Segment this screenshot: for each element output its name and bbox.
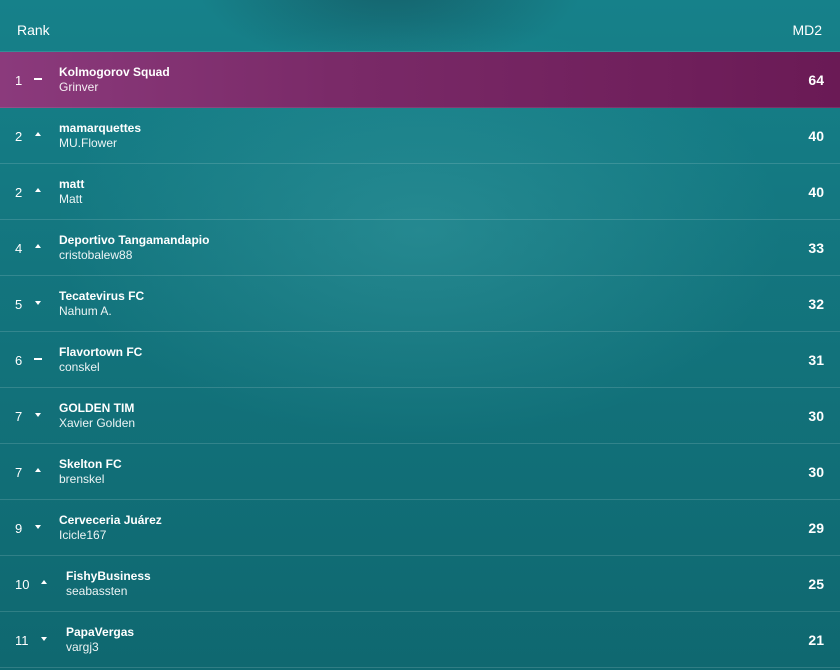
team-name: FishyBusiness [66,569,151,583]
manager-name: brenskel [59,472,105,486]
md2-points: 33 [808,240,824,256]
table-row[interactable]: 5 Tecatevirus FC Nahum A. 32 [0,276,840,332]
manager-name: Icicle167 [59,528,107,542]
md2-points: 40 [808,128,824,144]
md2-points: 64 [808,72,824,88]
rank-position: 2 [15,185,23,200]
manager-name: vargj3 [66,640,99,654]
table-row[interactable]: 10 FishyBusiness seabassten 25 [0,556,840,612]
md2-points: 29 [808,520,824,536]
rank-position: 4 [15,241,23,256]
table-row[interactable]: 2 mamarquettes MU.Flower 40 [0,108,840,164]
manager-name: Nahum A. [59,304,112,318]
md2-points: 40 [808,184,824,200]
team-name: Skelton FC [59,457,122,471]
table-row[interactable]: 6 Flavortown FC conskel 31 [0,332,840,388]
table-row[interactable]: 7 GOLDEN TIM Xavier Golden 30 [0,388,840,444]
no-change-icon [32,353,44,365]
rank-position: 6 [15,353,23,368]
rank-position: 10 [15,577,30,592]
md2-points: 21 [808,632,824,648]
standings-list: 1 Kolmogorov Squad Grinver 64 2 mamarque… [0,52,840,668]
manager-name: Xavier Golden [59,416,136,430]
rank-up-icon [38,577,50,589]
rank-down-icon [38,633,50,645]
table-row[interactable]: 11 PapaVergas vargj3 21 [0,612,840,668]
rank-down-icon [32,409,44,421]
team-name: GOLDEN TIM [59,401,135,415]
rank-up-icon [32,185,44,197]
table-row[interactable]: 9 Cerveceria Juárez Icicle167 29 [0,500,840,556]
md2-points: 32 [808,296,824,312]
team-name: Cerveceria Juárez [59,513,162,527]
rank-up-icon [32,465,44,477]
manager-name: seabassten [66,584,128,598]
table-header: Rank MD2 [0,0,840,52]
rank-up-icon [32,129,44,141]
team-name: Kolmogorov Squad [59,65,170,79]
manager-name: Matt [59,192,83,206]
rank-position: 7 [15,465,23,480]
rank-down-icon [32,521,44,533]
manager-name: Grinver [59,80,99,94]
team-name: PapaVergas [66,625,135,639]
md2-column-header[interactable]: MD2 [792,22,822,38]
rank-position: 1 [15,73,23,88]
team-name: matt [59,177,85,191]
table-row[interactable]: 4 Deportivo Tangamandapio cristobalew88 … [0,220,840,276]
rank-down-icon [32,297,44,309]
no-change-icon [32,73,44,85]
rank-column-header[interactable]: Rank [17,22,50,38]
team-name: Deportivo Tangamandapio [59,233,210,247]
rank-position: 2 [15,129,23,144]
manager-name: conskel [59,360,100,374]
manager-name: cristobalew88 [59,248,133,262]
rank-up-icon [32,241,44,253]
md2-points: 30 [808,408,824,424]
rank-position: 7 [15,409,23,424]
team-name: Tecatevirus FC [59,289,145,303]
md2-points: 25 [808,576,824,592]
manager-name: MU.Flower [59,136,118,150]
rank-position: 11 [15,633,29,648]
team-name: mamarquettes [59,121,142,135]
team-name: Flavortown FC [59,345,143,359]
rank-position: 9 [15,521,23,536]
leaderboard: Rank MD2 1 Kolmogorov Squad Grinver 64 2… [0,0,840,670]
table-row[interactable]: 2 matt Matt 40 [0,164,840,220]
table-row[interactable]: 1 Kolmogorov Squad Grinver 64 [0,52,840,108]
table-row[interactable]: 7 Skelton FC brenskel 30 [0,444,840,500]
md2-points: 30 [808,464,824,480]
rank-position: 5 [15,297,23,312]
md2-points: 31 [808,352,824,368]
